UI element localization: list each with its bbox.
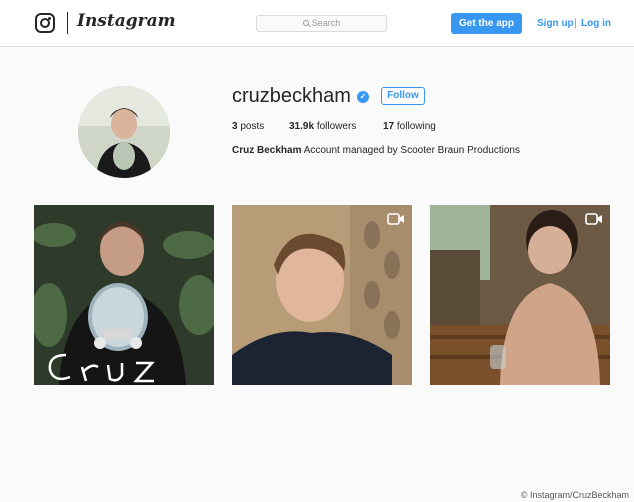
posts-stat: 3 posts [232,121,264,132]
following-stat[interactable]: 17 following [383,121,436,132]
post-2-video-frame [232,205,412,385]
full-name: Cruz Beckham [232,145,302,156]
photo-credit: © Instagram/CruzBeckham [518,490,631,500]
post-thumbnail-3[interactable] [430,205,610,385]
profile-username: cruzbeckham [232,85,351,107]
posts-label: posts [240,121,265,132]
following-count: 17 [383,121,395,132]
cruz-handwritten-text [48,353,155,383]
followers-count: 31.9k [289,121,315,132]
instagram-wordmark[interactable]: Instagram [77,11,176,31]
followers-stat[interactable]: 31.9k followers [289,121,356,132]
follow-button[interactable]: Follow [381,87,425,105]
top-nav-bar: Instagram Search Get the app Sign up | L… [0,0,634,47]
search-input[interactable]: Search [256,15,387,32]
sign-up-link[interactable]: Sign up [537,18,574,29]
followers-label: followers [316,121,357,132]
nav-separator: | [574,18,577,29]
post-3-video-frame [430,205,610,385]
video-camera-icon [585,213,602,225]
post-thumbnail-2[interactable] [232,205,412,385]
instagram-camera-icon[interactable] [35,13,55,33]
verified-badge-icon: ✓ [357,91,369,103]
search-icon [302,20,309,26]
post-thumbnail-1[interactable] [34,205,214,385]
logo-divider [67,12,68,34]
profile-avatar[interactable] [78,86,170,178]
posts-count: 3 [232,121,238,132]
following-label: following [396,121,436,132]
log-in-link[interactable]: Log in [581,18,611,29]
search-placeholder: Search [311,18,341,28]
avatar-photo [78,86,170,178]
get-the-app-button[interactable]: Get the app [451,13,522,34]
video-camera-icon [387,213,404,225]
profile-bio: Cruz Beckham Account managed by Scooter … [232,145,520,156]
bio-text: Account managed by Scooter Braun Product… [303,145,520,156]
